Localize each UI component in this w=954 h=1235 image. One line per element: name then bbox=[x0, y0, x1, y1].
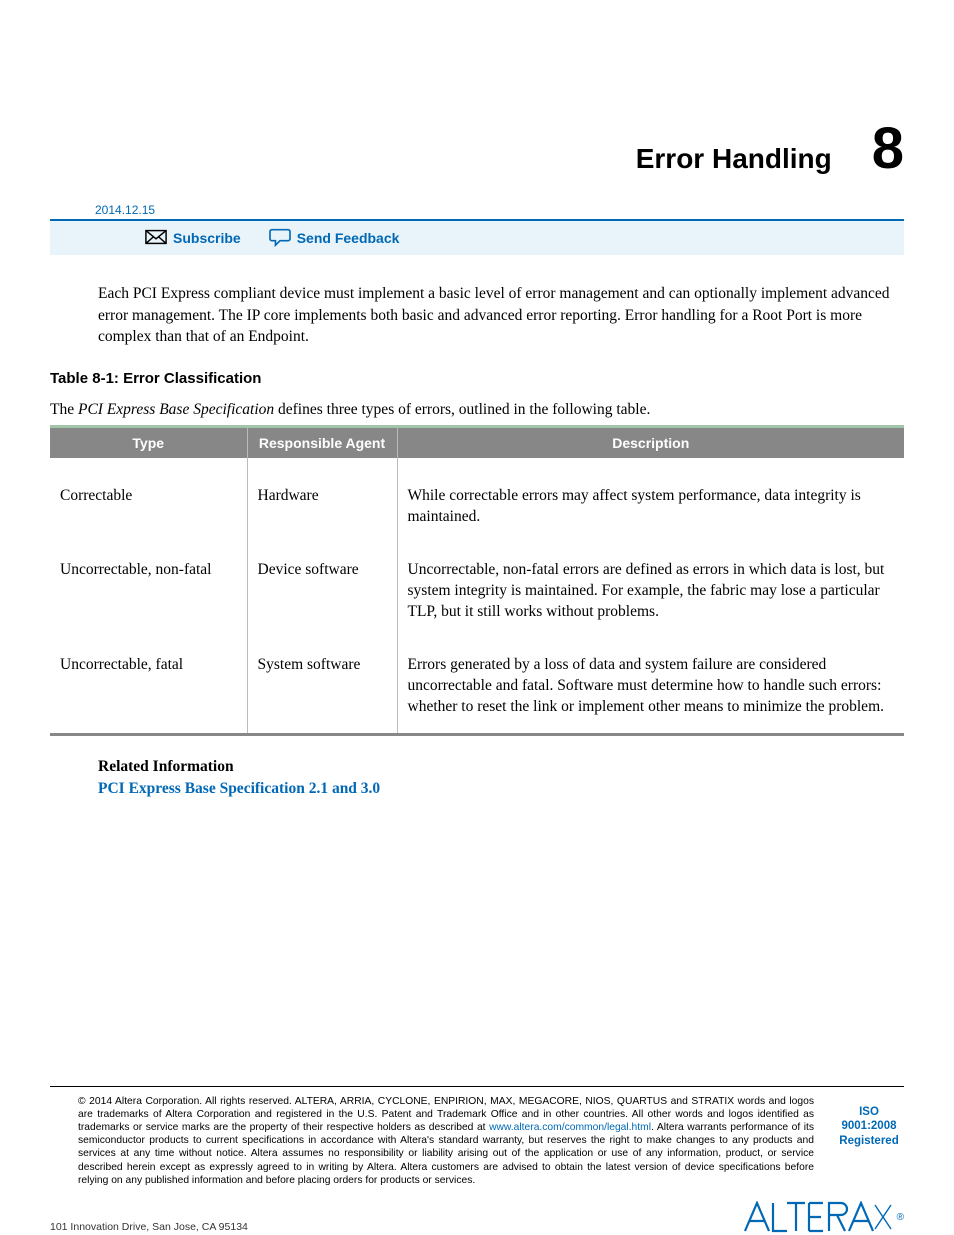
col-header-agent: Responsible Agent bbox=[247, 427, 397, 459]
chapter-number: 8 bbox=[872, 120, 904, 178]
intro-paragraph: Each PCI Express compliant device must i… bbox=[98, 283, 904, 348]
copyright-symbol: © bbox=[78, 1096, 86, 1107]
related-link[interactable]: PCI Express Base Specification 2.1 and 3… bbox=[98, 780, 904, 798]
col-header-type: Type bbox=[50, 427, 247, 459]
col-header-desc: Description bbox=[397, 427, 904, 459]
error-classification-table: Type Responsible Agent Description Corre… bbox=[50, 425, 904, 736]
iso-badge[interactable]: ISO 9001:2008 Registered bbox=[834, 1095, 904, 1148]
legal-link[interactable]: www.altera.com/common/legal.html bbox=[489, 1122, 651, 1133]
company-address: 101 Innovation Drive, San Jose, CA 95134 bbox=[50, 1221, 248, 1233]
altera-logo: ® bbox=[743, 1201, 904, 1233]
legal-text: © 2014 Altera Corporation. All rights re… bbox=[50, 1095, 814, 1187]
feedback-label: Send Feedback bbox=[297, 230, 400, 246]
date-link[interactable]: 2014.12.15 bbox=[95, 203, 904, 217]
table-row: Uncorrectable, fatal System software Err… bbox=[50, 639, 904, 735]
envelope-icon bbox=[145, 227, 167, 250]
subscribe-label: Subscribe bbox=[173, 230, 241, 246]
table-row: Correctable Hardware While correctable e… bbox=[50, 458, 904, 544]
chapter-title: Error Handling bbox=[636, 143, 832, 175]
feedback-link[interactable]: Send Feedback bbox=[269, 227, 400, 250]
action-bar: Subscribe Send Feedback bbox=[50, 219, 904, 255]
chapter-header: Error Handling 8 bbox=[50, 120, 904, 178]
page-footer: © 2014 Altera Corporation. All rights re… bbox=[50, 1086, 904, 1235]
subscribe-link[interactable]: Subscribe bbox=[145, 227, 241, 250]
registered-mark: ® bbox=[897, 1212, 904, 1223]
related-information: Related Information PCI Express Base Spe… bbox=[98, 758, 904, 798]
speech-bubble-icon bbox=[269, 227, 291, 250]
table-intro: The PCI Express Base Specification defin… bbox=[50, 401, 904, 419]
table-caption: Table 8-1: Error Classification bbox=[50, 370, 904, 387]
table-row: Uncorrectable, non-fatal Device software… bbox=[50, 544, 904, 639]
related-heading: Related Information bbox=[98, 758, 904, 776]
